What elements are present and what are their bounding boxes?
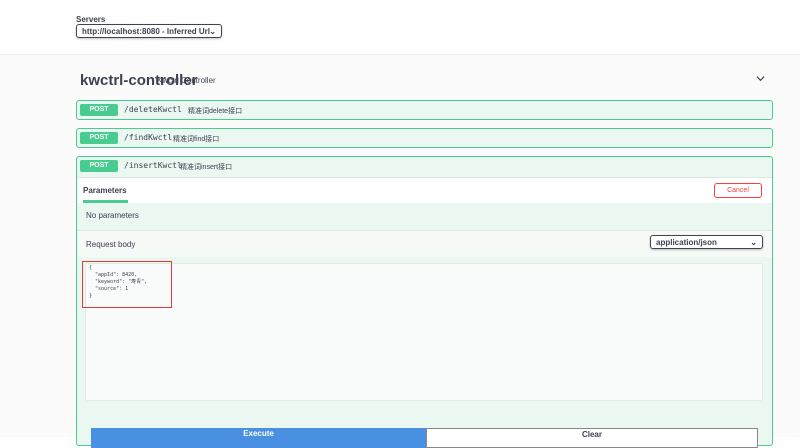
tag-description: Kwctrl Controller bbox=[157, 76, 216, 85]
servers-label: Servers bbox=[76, 15, 106, 24]
servers-select[interactable]: http://localhost:8080 - Inferred Url ⌄ bbox=[76, 24, 222, 38]
parameters-bar: Parameters Cancel bbox=[77, 177, 772, 203]
operation-summary: 精准词delete接口 bbox=[188, 108, 243, 115]
json-highlight-box bbox=[82, 261, 172, 308]
request-body-editor[interactable] bbox=[85, 263, 763, 401]
servers-bar: Servers http://localhost:8080 - Inferred… bbox=[0, 0, 800, 55]
operation-insert: POST /insertKwctl 精准词insert接口 Parameters… bbox=[76, 156, 773, 446]
tag-header[interactable]: kwctrl-controller Kwctrl Controller bbox=[80, 70, 765, 92]
execute-button[interactable]: Execute bbox=[91, 428, 426, 448]
clear-button[interactable]: Clear bbox=[426, 428, 758, 448]
method-badge: POST bbox=[80, 160, 118, 172]
operation-path: /findKwctl bbox=[124, 133, 173, 142]
operation-path: /deleteKwctl bbox=[124, 105, 182, 114]
method-badge: POST bbox=[80, 104, 118, 116]
operation-summary: 精准词find接口 bbox=[173, 136, 220, 143]
operation-delete[interactable]: POST /deleteKwctl 精准词delete接口 bbox=[76, 100, 773, 120]
chevron-down-icon: ⌄ bbox=[750, 238, 757, 247]
operation-find[interactable]: POST /findKwctl 精准词find接口 bbox=[76, 128, 773, 148]
chevron-down-icon[interactable] bbox=[756, 74, 765, 83]
tab-parameters[interactable]: Parameters bbox=[83, 186, 128, 203]
request-body-label: Request body bbox=[86, 240, 136, 249]
servers-select-value: http://localhost:8080 - Inferred Url bbox=[82, 27, 211, 36]
no-parameters-text: No parameters bbox=[86, 211, 139, 220]
request-body-bar: Request body application/json ⌄ bbox=[77, 230, 772, 257]
method-badge: POST bbox=[80, 132, 118, 144]
operation-summary: 精准词insert接口 bbox=[180, 164, 233, 171]
cancel-button[interactable]: Cancel bbox=[714, 183, 762, 198]
chevron-down-icon: ⌄ bbox=[209, 27, 216, 36]
content-type-value: application/json bbox=[656, 238, 717, 247]
operation-path: /insertKwctl bbox=[124, 161, 182, 170]
operation-header[interactable]: POST /insertKwctl 精准词insert接口 bbox=[77, 157, 772, 177]
content-type-select[interactable]: application/json ⌄ bbox=[650, 235, 763, 249]
